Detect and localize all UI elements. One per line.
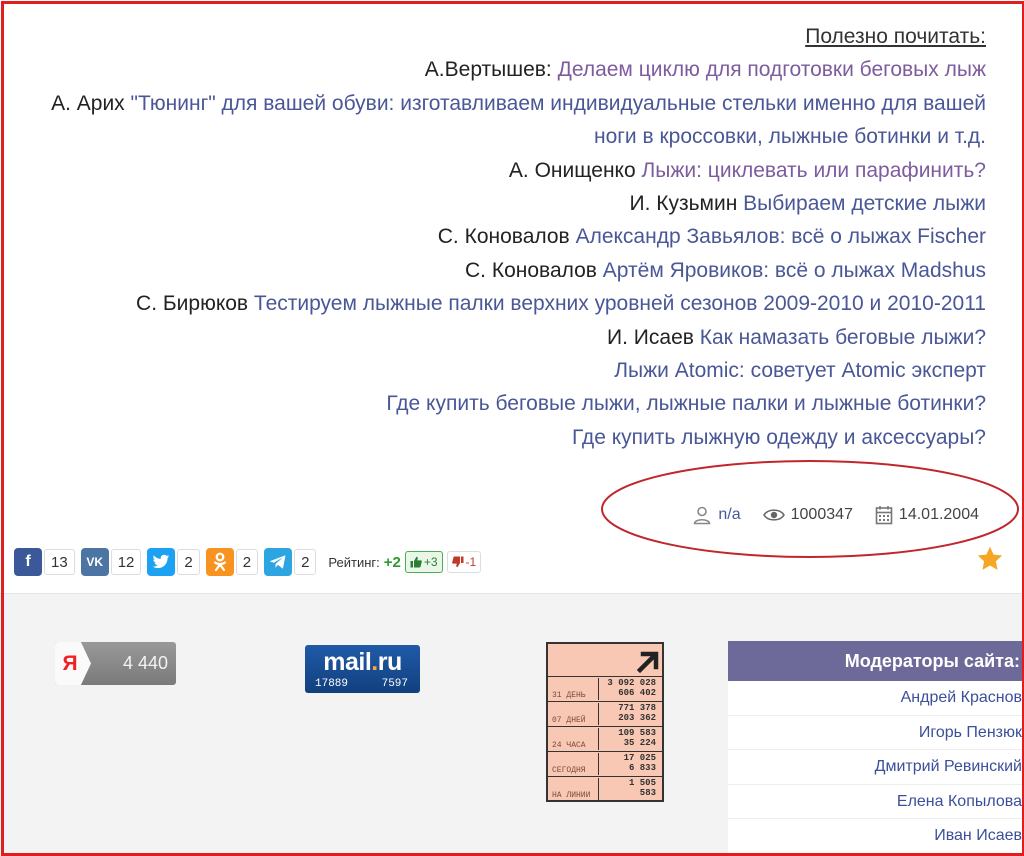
reading-link[interactable]: Тестируем лыжные палки верхних уровней с… xyxy=(254,292,986,315)
moderator-link[interactable]: Елена Копылова xyxy=(897,793,1022,810)
reading-author: И. Кузьмин xyxy=(629,192,744,216)
rating-block: Рейтинг: +2 +3 -1 xyxy=(328,551,482,573)
article-meta: n/a 1000347 14.01.2004 xyxy=(692,503,979,527)
reading-item: И. Исаев Как намазать беговые лыжи? xyxy=(26,321,986,354)
share-bar: f 13 VK 12 2 2 2 Рейтинг: +2 +3 -1 xyxy=(14,546,482,578)
thumbs-up-icon xyxy=(410,556,422,568)
reading-item: И. Кузьмин Выбираем детские лыжи xyxy=(26,187,986,220)
reading-link[interactable]: Как намазать беговые лыжи? xyxy=(700,326,986,349)
twitter-icon xyxy=(153,554,170,569)
reading-item: А. Арих "Тюнинг" для вашей обуви: изгота… xyxy=(26,87,986,154)
list-item: Иван Исаев xyxy=(728,819,1024,854)
reading-author: А.Вертышев: xyxy=(424,58,558,82)
useful-reading-header: Полезно почитать: xyxy=(805,25,986,48)
thumbs-down-icon xyxy=(451,556,464,568)
facebook-share-count: 13 xyxy=(44,549,75,575)
liveinternet-row: 07 ДНЕЙ 771 378 203 362 xyxy=(548,701,662,727)
liveinternet-row: НА ЛИНИИ 1 505 583 xyxy=(548,776,662,802)
vk-share-count: 12 xyxy=(110,549,142,575)
moderators-list: Андрей Краснов Игорь Пензюк Дмитрий Реви… xyxy=(728,681,1024,854)
vk-icon: VK xyxy=(86,555,104,569)
mailru-stat: 7597 xyxy=(381,678,408,690)
odnoklassniki-icon xyxy=(213,552,226,572)
user-icon xyxy=(692,505,712,525)
liveinternet-arrow-icon xyxy=(548,644,662,676)
reading-link[interactable]: Где купить лыжную одежду и аксессуары? xyxy=(572,426,986,449)
odnoklassniki-share-count: 2 xyxy=(235,549,259,575)
reading-link[interactable]: Лыжи: циклевать или парафинить? xyxy=(641,159,986,182)
reading-author: С. Коновалов xyxy=(465,258,603,282)
liveinternet-counter[interactable]: 31 ДЕНЬ 3 092 028 606 402 07 ДНЕЙ 771 378 20… xyxy=(546,642,664,802)
reading-author: И. Исаев xyxy=(607,325,700,349)
reading-link[interactable]: Лыжи Atomic: советует Atomic эксперт xyxy=(614,359,986,382)
reading-item: Где купить беговые лыжи, лыжные палки и … xyxy=(26,387,986,420)
moderators-title: Модераторы сайта: xyxy=(728,641,1024,681)
mailru-stat: 17889 xyxy=(315,678,349,690)
yandex-count: 4 440 xyxy=(122,653,168,673)
facebook-share-button[interactable]: f xyxy=(14,548,42,576)
moderator-link[interactable]: Андрей Краснов xyxy=(901,689,1022,706)
reading-item: С. Коновалов Александр Завьялов: всё о л… xyxy=(26,220,986,253)
reading-link[interactable]: Где купить беговые лыжи, лыжные палки и … xyxy=(386,392,986,415)
reading-link[interactable]: Делаем циклю для подготовки беговых лыж xyxy=(558,58,986,81)
reading-author: С. Коновалов xyxy=(437,225,576,249)
telegram-icon xyxy=(269,555,286,569)
useful-reading-list: Полезно почитать: А.Вертышев: Делаем цик… xyxy=(26,20,986,454)
reading-item: С. Бирюков Тестируем лыжные палки верхни… xyxy=(26,287,986,320)
moderators-panel: Модераторы сайта: Андрей Краснов Игорь П… xyxy=(728,641,1024,855)
mailru-counter[interactable]: mail.ru 17889 7597 xyxy=(305,645,420,693)
reading-link[interactable]: Выбираем детские лыжи xyxy=(743,192,986,215)
twitter-share-count: 2 xyxy=(177,549,200,575)
yandex-logo: Я xyxy=(55,642,91,685)
publish-date: 14.01.2004 xyxy=(898,506,979,523)
odnoklassniki-share-button[interactable] xyxy=(205,548,234,576)
twitter-share-button[interactable] xyxy=(147,548,176,576)
telegram-share-button[interactable] xyxy=(264,548,293,576)
article-section: Полезно почитать: А.Вертышев: Делаем цик… xyxy=(0,0,1005,598)
moderator-link[interactable]: Иван Исаев xyxy=(934,827,1022,844)
liveinternet-row: СЕГОДНЯ 17 025 6 833 xyxy=(548,751,662,777)
vote-up-button[interactable]: +3 xyxy=(404,551,443,573)
liveinternet-row: 31 ДЕНЬ 3 092 028 606 402 xyxy=(548,676,662,702)
list-item: Дмитрий Ревинский xyxy=(728,750,1024,785)
list-item: Елена Копылова xyxy=(728,785,1024,819)
liveinternet-row: 24 ЧАСА 109 583 35 224 xyxy=(548,726,662,752)
mailru-stats: 17889 7597 xyxy=(315,678,408,690)
reading-item: А.Вертышев: Делаем циклю для подготовки … xyxy=(26,53,986,86)
vote-up-count: +3 xyxy=(423,555,438,569)
moderator-link[interactable]: Дмитрий Ревинский xyxy=(875,758,1022,775)
list-item: Игорь Пензюк xyxy=(728,716,1024,750)
reading-link[interactable]: "Тюнинг" для вашей обуви: изготавливаем … xyxy=(131,92,986,148)
vote-down-count: -1 xyxy=(465,555,477,569)
telegram-share-count: 2 xyxy=(294,549,317,575)
reading-author: А. Онищенко xyxy=(508,158,642,182)
reading-item: Где купить лыжную одежду и аксессуары? xyxy=(26,421,986,454)
reading-author: С. Бирюков xyxy=(136,292,254,316)
reading-link[interactable]: Александр Завьялов: всё о лыжах Fischer xyxy=(576,225,986,248)
mailru-logo: mail.ru xyxy=(323,648,402,676)
list-item: Андрей Краснов xyxy=(728,681,1024,716)
rating-label: Рейтинг: xyxy=(328,554,380,570)
calendar-icon xyxy=(875,505,893,525)
reading-item: Лыжи Atomic: советует Atomic эксперт xyxy=(26,354,986,387)
views-count: 1000347 xyxy=(790,506,853,523)
author-link[interactable]: n/a xyxy=(718,506,740,524)
moderator-link[interactable]: Игорь Пензюк xyxy=(919,724,1022,741)
facebook-icon: f xyxy=(25,553,31,570)
rating-total: +2 xyxy=(383,553,401,571)
eye-icon xyxy=(762,507,785,523)
reading-item: С. Коновалов Артём Яровиков: всё о лыжах… xyxy=(26,254,986,287)
reading-author: А. Арих xyxy=(51,91,131,115)
vote-down-button[interactable]: -1 xyxy=(446,551,482,573)
yandex-metrika-counter[interactable]: Я 4 440 xyxy=(55,642,176,685)
favorite-star-icon[interactable] xyxy=(976,545,1004,573)
vk-share-button[interactable]: VK xyxy=(80,548,109,576)
reading-item: А. Онищенко Лыжи: циклевать или парафини… xyxy=(26,154,986,187)
reading-link[interactable]: Артём Яровиков: всё о лыжах Madshus xyxy=(603,259,986,282)
